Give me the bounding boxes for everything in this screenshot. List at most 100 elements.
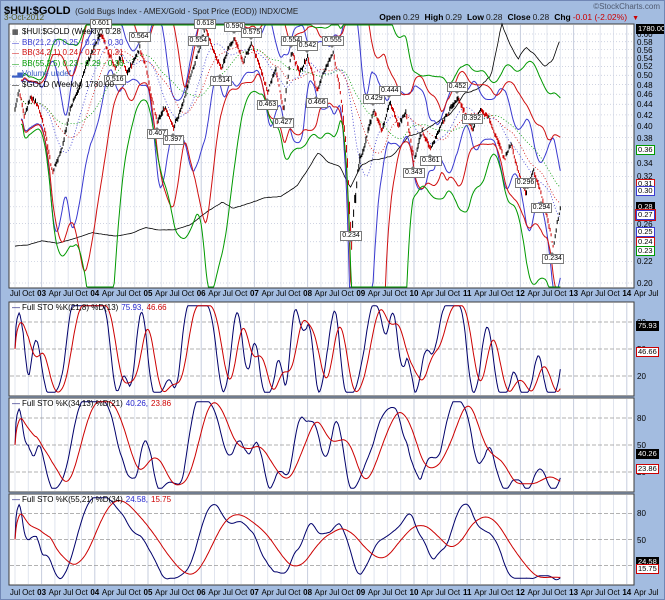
down-arrow-icon: ▼ <box>632 15 639 22</box>
osc-k-marker: 40.26 <box>636 449 659 459</box>
price-annotation: 0.392 <box>462 114 484 124</box>
line-swatch-icon: — <box>12 303 20 312</box>
osc-axis-tick: 80 <box>637 414 646 423</box>
price-annotation: 0.564 <box>129 32 151 42</box>
axis-value-marker: 0.30 <box>636 186 655 196</box>
low-label: Low <box>467 12 484 22</box>
stoch-legend-text: Full STO %K(34,13) %D(21) <box>22 399 123 408</box>
line-swatch-icon: — <box>12 495 20 504</box>
open-label: Open <box>379 12 401 22</box>
line-swatch-icon: — <box>12 81 22 91</box>
stoch-legend-3: —Full STO %K(55,21) %D(34)24.58,15.75 <box>12 495 171 504</box>
legend-item: —BB(21,2.0) 0.25 - 0.27 - 0.30 <box>12 38 123 49</box>
legend-item-label: BB(34,2.1) 0.24 - 0.27 - 0.31 <box>22 48 123 57</box>
axis-value-marker: 1780.00 <box>636 24 665 34</box>
legend-item: —BB(55,2.5) 0.23 - 0.29 - 0.36 <box>12 59 123 70</box>
price-annotation: 0.452 <box>447 82 469 92</box>
legend-item-label: $GOLD (Weekly) 1780.00 <box>22 80 114 89</box>
y-axis-tick: 0.48 <box>637 81 653 90</box>
stockcharts-chart: $HUI:$GOLD (Gold Bugs Index - AMEX/Gold … <box>0 0 665 600</box>
legend-item-label: BB(55,2.5) 0.23 - 0.29 - 0.36 <box>22 59 123 68</box>
legend-item: —$GOLD (Weekly) 1780.00 <box>12 80 123 91</box>
price-annotation: 0.555 <box>322 36 344 46</box>
stoch-legend-text: Full STO %K(55,21) %D(34) <box>22 495 123 504</box>
axis-value-marker: 0.24 <box>636 237 655 247</box>
price-annotation: 0.444 <box>379 86 401 96</box>
price-annotation: 0.463 <box>257 100 279 110</box>
high-label: High <box>425 12 444 22</box>
price-annotation: 0.542 <box>297 41 319 51</box>
close-value: 0.28 <box>533 12 550 22</box>
stoch-k-value: 24.58, <box>126 495 148 504</box>
price-annotation: 0.294 <box>531 203 553 213</box>
stoch-d-value: 15.75 <box>151 495 171 504</box>
line-swatch-icon: — <box>12 60 22 70</box>
chart-date: 3-Oct-2012 <box>4 13 44 22</box>
line-swatch-icon: — <box>12 49 22 59</box>
legend-item-label: $HUI:$GOLD (Weekly) 0.28 <box>22 27 121 36</box>
legend-item: ▂▅Volume undef <box>12 69 123 80</box>
osc-axis-tick: 50 <box>637 536 646 545</box>
y-axis-tick: 0.38 <box>637 134 653 143</box>
candlestick-icon: ▦ <box>12 28 22 38</box>
y-axis-tick: 0.50 <box>637 71 653 80</box>
y-axis-tick: 0.40 <box>637 122 653 131</box>
price-annotation: 0.234 <box>340 231 362 241</box>
y-axis-tick: 0.34 <box>637 159 653 168</box>
high-value: 0.29 <box>445 12 462 22</box>
stoch-k-value: 75.93, <box>121 303 143 312</box>
price-annotation: 0.361 <box>420 156 442 166</box>
price-annotation: 0.514 <box>210 76 232 86</box>
line-swatch-icon: — <box>12 39 22 49</box>
copyright: ©StockCharts.com <box>593 2 660 11</box>
price-annotation: 0.234 <box>542 254 564 264</box>
close-label: Close <box>507 12 530 22</box>
y-axis-tick: 0.46 <box>637 90 653 99</box>
legend-item-label: Volume undef <box>22 69 71 78</box>
axis-value-marker: 0.27 <box>636 210 655 220</box>
price-annotation: 0.575 <box>241 28 263 38</box>
volume-icon: ▂▅ <box>12 70 22 80</box>
price-annotation: 0.427 <box>273 118 295 128</box>
stoch-d-value: 23.86 <box>151 399 171 408</box>
stoch-legend-1: —Full STO %K(21,8) %D(13)75.93, 46.66 <box>12 303 167 312</box>
price-annotation: 0.554 <box>188 36 210 46</box>
axis-value-marker: 0.23 <box>636 246 655 256</box>
price-annotation: 0.397 <box>163 135 185 145</box>
open-value: 0.29 <box>403 12 420 22</box>
price-annotation: 0.296 <box>515 178 537 188</box>
y-axis-tick: 0.22 <box>637 257 653 266</box>
symbol-description: (Gold Bugs Index - AMEX/Gold - Spot Pric… <box>75 7 298 16</box>
y-axis-tick: 0.20 <box>637 279 653 288</box>
osc-d-marker: 15.75 <box>636 564 659 574</box>
y-axis-tick: 0.52 <box>637 62 653 71</box>
chart-canvas <box>1 1 665 600</box>
x-axis-label: Jul <box>644 289 662 298</box>
price-annotation: 0.618 <box>194 19 216 29</box>
legend-item: ▦$HUI:$GOLD (Weekly) 0.28 <box>12 27 123 38</box>
osc-axis-tick: 80 <box>637 509 646 518</box>
legend-item: —BB(34,2.1) 0.24 - 0.27 - 0.31 <box>12 48 123 59</box>
stoch-k-value: 40.26, <box>126 399 148 408</box>
main-legend: ▦$HUI:$GOLD (Weekly) 0.28—BB(21,2.0) 0.2… <box>12 27 123 90</box>
price-annotation: 0.343 <box>403 168 425 178</box>
axis-value-marker: 0.36 <box>636 145 655 155</box>
y-axis-tick: 0.42 <box>637 111 653 120</box>
legend-item-label: BB(21,2.0) 0.25 - 0.27 - 0.30 <box>22 38 123 47</box>
low-value: 0.28 <box>486 12 503 22</box>
osc-k-marker: 75.93 <box>636 321 659 331</box>
osc-d-marker: 46.66 <box>636 347 659 357</box>
stoch-legend-2: —Full STO %K(34,13) %D(21)40.26,23.86 <box>12 399 171 408</box>
y-axis-tick: 0.44 <box>637 100 653 109</box>
osc-d-marker: 23.86 <box>636 464 659 474</box>
x-axis-label: Jul <box>644 588 662 597</box>
ohlc-quote: Open0.29High0.29Low0.28Close0.28Chg-0.01… <box>379 12 639 22</box>
stoch-legend-text: Full STO %K(21,8) %D(13) <box>22 303 118 312</box>
chg-label: Chg <box>554 12 571 22</box>
chg-value: -0.01 (-2.02%) <box>573 12 627 22</box>
osc-axis-tick: 20 <box>637 372 646 381</box>
chart-header: $HUI:$GOLD (Gold Bugs Index - AMEX/Gold … <box>4 1 298 19</box>
line-swatch-icon: — <box>12 399 20 408</box>
price-annotation: 0.466 <box>306 98 328 108</box>
stoch-d-value: 46.66 <box>147 303 167 312</box>
